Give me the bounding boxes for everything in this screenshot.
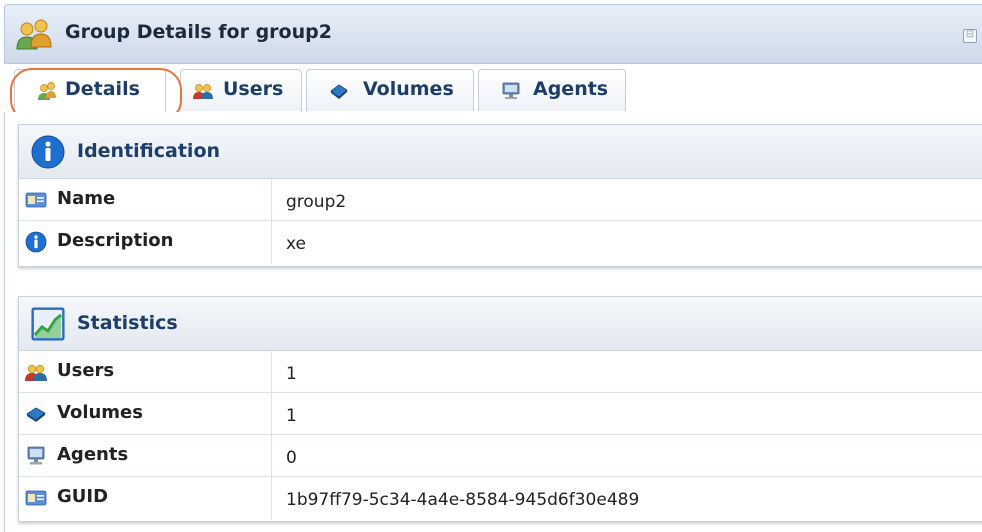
volume-icon xyxy=(330,84,348,99)
panel-title: Statistics xyxy=(77,312,178,334)
table-row: Users 1 xyxy=(19,351,982,393)
id-card-icon xyxy=(25,490,47,506)
field-value: 0 xyxy=(286,448,297,468)
field-value: 1b97ff79-5c34-4a4e-8584-945d6f30e489 xyxy=(286,490,640,510)
panel-title: Identification xyxy=(77,140,221,162)
collapse-button[interactable]: ⊟ xyxy=(963,29,977,43)
field-value: xe xyxy=(286,234,306,254)
tab-volumes[interactable]: Volumes xyxy=(306,69,474,111)
tab-label: Volumes xyxy=(363,78,454,100)
panel-header: Statistics xyxy=(19,297,982,351)
label-cell: Users xyxy=(19,351,272,392)
label-cell: Name xyxy=(19,179,272,220)
users-icon xyxy=(193,84,213,99)
identification-panel: Identification Name group2 Description x… xyxy=(18,124,982,267)
statistics-panel: Statistics Users 1 Volumes 1 Agents 0 GU… xyxy=(18,296,982,522)
tab-label: Users xyxy=(223,78,284,100)
field-value: 1 xyxy=(286,364,297,384)
table-row: Agents 0 xyxy=(19,435,982,477)
field-label: Volumes xyxy=(57,402,143,423)
table-row: Name group2 xyxy=(19,179,982,221)
group-icon xyxy=(16,19,52,50)
window-title-bar: Group Details for group2 ⊟ xyxy=(4,4,982,64)
tab-label: Details xyxy=(65,78,140,100)
field-label: Name xyxy=(57,188,116,209)
users-icon xyxy=(25,364,47,381)
field-value: 1 xyxy=(286,406,297,426)
field-label: Agents xyxy=(57,444,129,465)
tab-label: Agents xyxy=(533,78,609,100)
window-title: Group Details for group2 xyxy=(65,21,332,43)
label-cell: GUID xyxy=(19,477,272,519)
tab-users[interactable]: Users xyxy=(180,69,302,111)
chart-icon xyxy=(31,307,65,341)
agent-icon xyxy=(27,446,45,465)
group-icon xyxy=(38,82,56,100)
tab-details[interactable]: Details xyxy=(14,69,166,113)
label-cell: Volumes xyxy=(19,393,272,434)
label-cell: Agents xyxy=(19,435,272,476)
volume-icon xyxy=(26,407,46,422)
field-value: group2 xyxy=(286,192,347,212)
table-row: GUID 1b97ff79-5c34-4a4e-8584-945d6f30e48… xyxy=(19,477,982,519)
info-icon xyxy=(25,231,47,253)
panel-header: Identification xyxy=(19,125,982,179)
table-row: Description xe xyxy=(19,221,982,263)
field-label: GUID xyxy=(57,486,109,507)
table-row: Volumes 1 xyxy=(19,393,982,435)
tab-agents[interactable]: Agents xyxy=(478,69,626,111)
id-card-icon xyxy=(25,192,47,208)
tab-strip: Details Users Volumes Agents xyxy=(4,64,982,113)
agent-icon xyxy=(502,82,520,99)
info-icon xyxy=(31,135,65,169)
field-label: Description xyxy=(57,230,174,251)
label-cell: Description xyxy=(19,221,272,263)
field-label: Users xyxy=(57,360,115,381)
collapse-icon: ⊟ xyxy=(965,29,975,40)
